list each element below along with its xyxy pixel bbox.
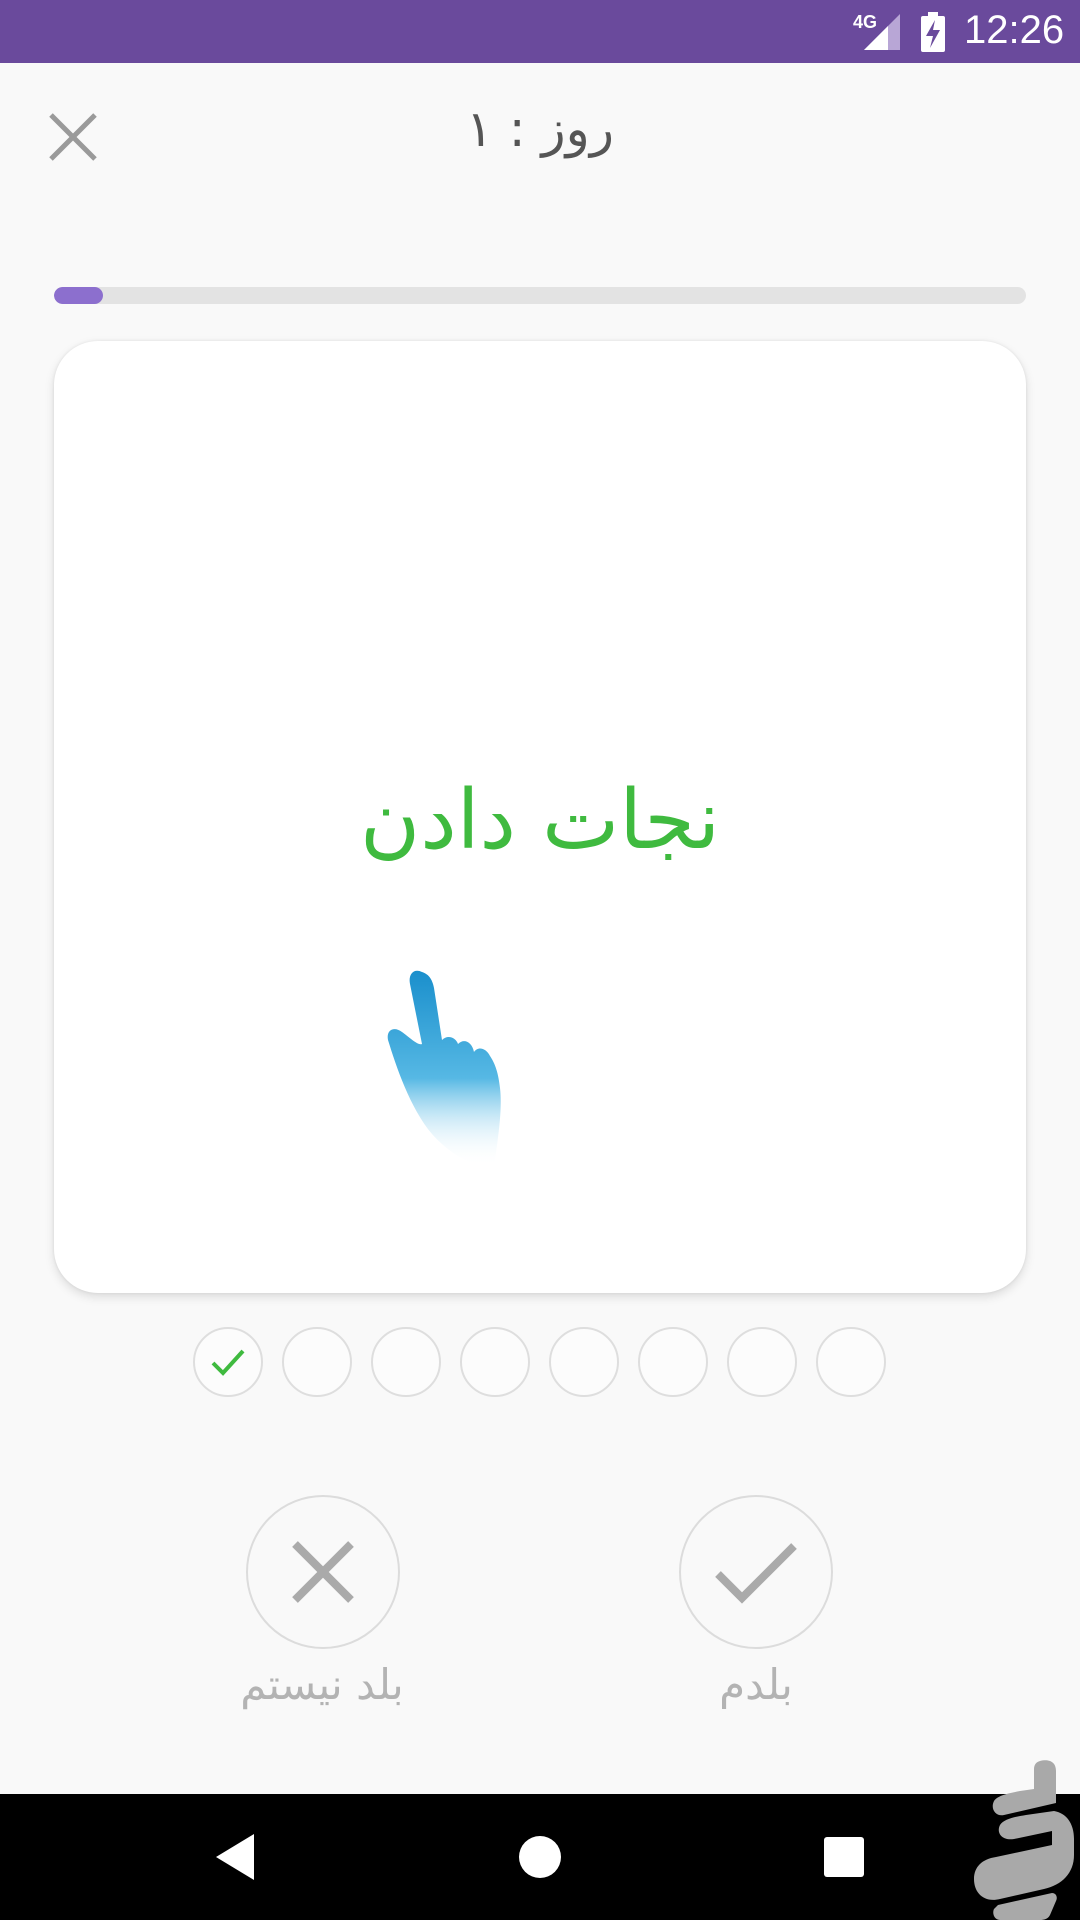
- navigation-bar: [0, 1794, 1080, 1920]
- card-word: نجات دادن: [359, 773, 721, 868]
- review-dot: [460, 1327, 530, 1397]
- know-button[interactable]: [679, 1495, 833, 1649]
- status-bar: 4G 12:26: [0, 0, 1080, 63]
- battery-charging-icon: [921, 12, 945, 52]
- store-logo-icon: [974, 1760, 1074, 1920]
- review-dot: [282, 1327, 352, 1397]
- dont-know-button[interactable]: [246, 1495, 400, 1649]
- review-dot: [816, 1327, 886, 1397]
- review-dot: [371, 1327, 441, 1397]
- dont-know-label: بلد نیستم: [240, 1660, 404, 1709]
- recents-icon: [824, 1837, 864, 1877]
- pointing-hand-icon: [387, 970, 501, 1166]
- back-icon: [216, 1834, 254, 1880]
- close-button[interactable]: [40, 104, 106, 170]
- review-dots: [193, 1327, 887, 1397]
- back-button[interactable]: [176, 1794, 296, 1920]
- home-button[interactable]: [480, 1794, 600, 1920]
- page-title: روز : ۱: [466, 100, 614, 158]
- clock: 12:26: [964, 8, 1065, 52]
- x-icon: [292, 1541, 354, 1603]
- check-icon: [715, 1543, 797, 1604]
- home-icon: [519, 1836, 561, 1878]
- review-dot: [193, 1327, 263, 1397]
- progress-fill: [54, 287, 103, 304]
- review-dot: [638, 1327, 708, 1397]
- review-dot: [727, 1327, 797, 1397]
- know-label: بلدم: [719, 1660, 793, 1709]
- recents-button[interactable]: [784, 1794, 904, 1920]
- close-icon: [49, 113, 97, 161]
- flash-card[interactable]: نجات دادن: [54, 341, 1026, 1293]
- signal-icon: [864, 14, 900, 50]
- progress-bar: [54, 287, 1026, 304]
- check-icon: [211, 1349, 245, 1376]
- review-dot: [549, 1327, 619, 1397]
